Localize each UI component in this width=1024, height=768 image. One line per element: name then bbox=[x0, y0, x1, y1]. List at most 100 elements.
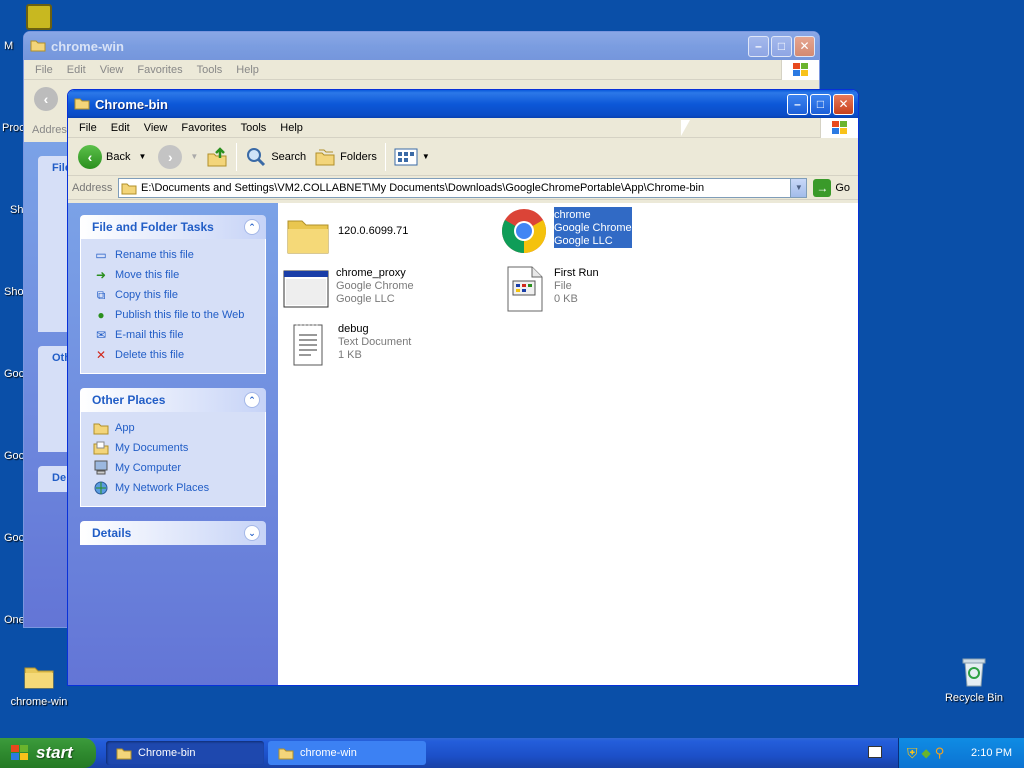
desktop-shortcut-top-icon[interactable] bbox=[26, 4, 52, 30]
file-list[interactable]: 120.0.6099.71 chrome Google Chrome Googl… bbox=[278, 203, 858, 685]
file-item-first-run[interactable]: First Run File 0 KB bbox=[500, 265, 599, 313]
task-copy[interactable]: ⧉ Copy this file bbox=[93, 285, 253, 305]
file-item-folder[interactable]: 120.0.6099.71 bbox=[284, 211, 408, 259]
file-item-chrome-proxy[interactable]: chrome_proxy Google Chrome Google LLC bbox=[282, 265, 414, 313]
network-icon[interactable]: ◆ bbox=[922, 746, 931, 760]
menu-view[interactable]: View bbox=[137, 120, 175, 136]
task-label: Move this file bbox=[115, 269, 180, 281]
place-label: My Computer bbox=[115, 462, 182, 474]
expand-chevron-icon[interactable]: ⌄ bbox=[244, 525, 260, 541]
security-shield-icon[interactable]: ⛨ bbox=[907, 745, 918, 762]
minimize-button[interactable]: – bbox=[748, 35, 769, 57]
menu-help[interactable]: Help bbox=[273, 120, 310, 136]
desktop-icon-chrome-win[interactable]: chrome-win bbox=[4, 660, 74, 708]
app-window-icon bbox=[283, 270, 329, 308]
menu-bar: File Edit View Favorites Tools Help bbox=[68, 118, 858, 138]
up-folder-button[interactable] bbox=[202, 144, 232, 170]
menu-favorites[interactable]: Favorites bbox=[174, 120, 233, 136]
start-button[interactable]: start bbox=[0, 738, 96, 768]
close-button[interactable]: ✕ bbox=[833, 93, 854, 115]
delete-icon: ✕ bbox=[95, 348, 107, 362]
file-name: chrome bbox=[554, 209, 591, 221]
address-dropdown-button[interactable]: ▼ bbox=[790, 178, 807, 197]
forward-arrow-icon: › bbox=[158, 144, 183, 169]
desktop-label[interactable]: Proc bbox=[2, 122, 25, 134]
views-button[interactable]: ▼ bbox=[390, 145, 434, 169]
taskbar-button-chrome-bin[interactable]: Chrome-bin bbox=[106, 741, 264, 765]
dropdown-arrow-icon[interactable]: ▼ bbox=[190, 152, 198, 161]
my-documents-icon bbox=[93, 440, 109, 456]
place-label: My Network Places bbox=[115, 482, 210, 494]
menu-help[interactable]: Help bbox=[229, 62, 266, 78]
menu-view[interactable]: View bbox=[93, 62, 131, 78]
back-button[interactable]: ‹ Back ▼ bbox=[74, 143, 150, 171]
task-delete[interactable]: ✕ Delete this file bbox=[93, 345, 253, 365]
place-app[interactable]: App bbox=[93, 418, 253, 438]
menu-tools[interactable]: Tools bbox=[234, 120, 274, 136]
minimize-button[interactable]: – bbox=[787, 93, 808, 115]
task-publish[interactable]: ● Publish this file to the Web bbox=[93, 305, 253, 325]
desktop-label[interactable]: One bbox=[4, 614, 25, 626]
panel-header[interactable]: Details ⌄ bbox=[80, 521, 266, 545]
window-title: Chrome-bin bbox=[95, 96, 168, 112]
clock[interactable]: 2:10 PM bbox=[971, 747, 1012, 759]
menu-edit[interactable]: Edit bbox=[60, 62, 93, 78]
panel-header[interactable]: Other Places ⌃ bbox=[80, 388, 266, 412]
taskbar-button-chrome-win[interactable]: chrome-win bbox=[268, 741, 426, 765]
address-label: Address bbox=[72, 181, 113, 194]
task-label: Rename this file bbox=[115, 249, 194, 261]
desktop-label[interactable]: Sho bbox=[4, 286, 24, 298]
window-chrome-bin[interactable]: Chrome-bin – □ ✕ File Edit View Favorite… bbox=[67, 89, 859, 686]
keyboard-language-icon[interactable] bbox=[868, 746, 882, 758]
place-my-documents[interactable]: My Documents bbox=[93, 438, 253, 458]
folder-icon bbox=[23, 660, 55, 692]
folders-button[interactable]: Folders bbox=[310, 144, 381, 170]
go-button[interactable]: → Go bbox=[807, 178, 858, 197]
copy-icon: ⧉ bbox=[96, 287, 106, 302]
file-name: debug bbox=[338, 323, 369, 335]
desktop-label[interactable]: Goc bbox=[4, 450, 24, 462]
windows-flag-icon bbox=[781, 60, 819, 80]
menu-file[interactable]: File bbox=[28, 62, 60, 78]
forward-button[interactable]: › ▼ bbox=[154, 143, 202, 171]
taskbar-button-label: Chrome-bin bbox=[138, 747, 196, 759]
title-bar[interactable]: Chrome-bin – □ ✕ bbox=[68, 90, 858, 118]
notepad-icon bbox=[293, 324, 323, 366]
panel-title: Other Places bbox=[92, 393, 166, 407]
menu-tools[interactable]: Tools bbox=[190, 62, 230, 78]
file-company: Google LLC bbox=[336, 293, 395, 305]
search-icon bbox=[247, 147, 266, 166]
desktop-icon-label: chrome-win bbox=[10, 696, 68, 708]
address-field[interactable]: E:\Documents and Settings\VM2.COLLABNET\… bbox=[118, 177, 808, 198]
menu-file[interactable]: File bbox=[72, 120, 104, 136]
desktop-label[interactable]: Goc bbox=[4, 368, 24, 380]
desktop-label[interactable]: Goc bbox=[4, 532, 24, 544]
folder-icon bbox=[287, 220, 329, 254]
file-item-debug[interactable]: debug Text Document 1 KB bbox=[284, 321, 411, 369]
title-bar[interactable]: chrome-win – □ ✕ bbox=[24, 32, 819, 60]
menu-favorites[interactable]: Favorites bbox=[130, 62, 189, 78]
search-button[interactable]: Search bbox=[241, 144, 310, 170]
place-my-network-places[interactable]: My Network Places bbox=[93, 478, 253, 498]
collapse-chevron-icon[interactable]: ⌃ bbox=[244, 219, 260, 235]
desktop-label[interactable]: Sh bbox=[10, 204, 23, 216]
panel-header[interactable]: File and Folder Tasks ⌃ bbox=[80, 215, 266, 239]
dropdown-arrow-icon[interactable]: ▼ bbox=[138, 152, 146, 161]
address-value: E:\Documents and Settings\VM2.COLLABNET\… bbox=[141, 181, 705, 194]
collapse-chevron-icon[interactable]: ⌃ bbox=[244, 392, 260, 408]
search-tray-icon[interactable]: ⚲ bbox=[935, 745, 945, 761]
file-item-chrome[interactable]: chrome Google Chrome Google LLC bbox=[500, 207, 632, 255]
task-rename[interactable]: ▭ Rename this file bbox=[93, 245, 253, 265]
system-tray: ⛨ ◆ ⚲ 2:10 PM bbox=[898, 738, 1024, 768]
task-move[interactable]: ➜ Move this file bbox=[93, 265, 253, 285]
toolbar: ‹ Back ▼ › ▼ Search Folders ▼ bbox=[68, 138, 858, 176]
back-button[interactable]: ‹ bbox=[34, 87, 58, 111]
desktop-icon-recycle-bin[interactable]: Recycle Bin bbox=[939, 656, 1009, 704]
maximize-button[interactable]: □ bbox=[810, 93, 831, 115]
close-button[interactable]: ✕ bbox=[794, 35, 815, 57]
desktop-label[interactable]: M bbox=[4, 40, 13, 52]
menu-edit[interactable]: Edit bbox=[104, 120, 137, 136]
place-my-computer[interactable]: My Computer bbox=[93, 458, 253, 478]
task-email[interactable]: ✉ E-mail this file bbox=[93, 325, 253, 345]
maximize-button[interactable]: □ bbox=[771, 35, 792, 57]
